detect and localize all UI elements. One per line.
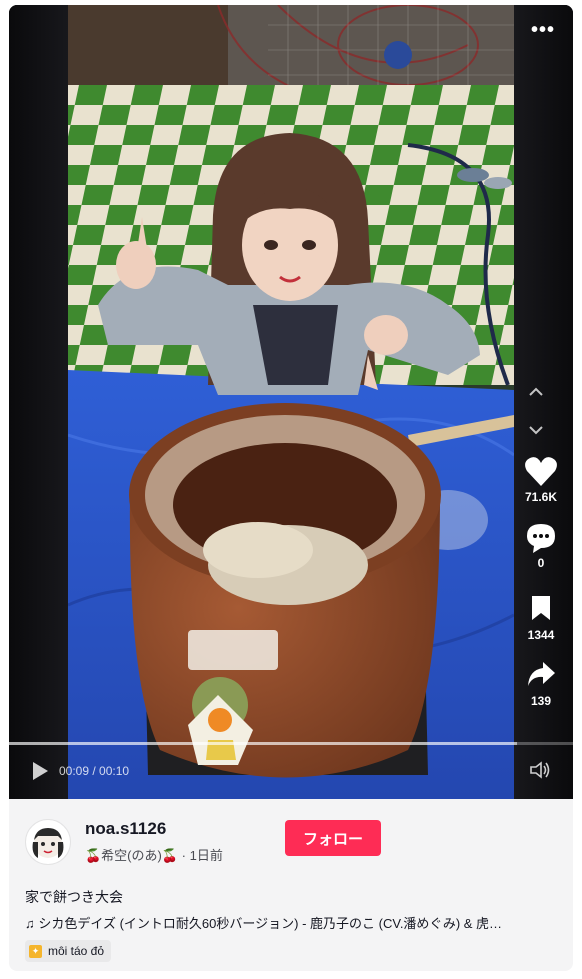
bookmark-icon xyxy=(532,596,550,620)
music-note-icon: ♫ xyxy=(25,916,35,931)
post-date: · 1日前 xyxy=(181,848,223,863)
avatar[interactable] xyxy=(25,819,71,865)
comment-action[interactable]: 0 xyxy=(517,522,565,570)
comment-count: 0 xyxy=(537,556,545,570)
save-count: 1344 xyxy=(527,628,555,642)
player-left-bg xyxy=(9,5,69,799)
author-username[interactable]: noa.s1126 xyxy=(85,819,166,839)
music-title: シカ色デイズ (イントロ耐久60秒バージョン) - 鹿乃子のこ (CV.潘めぐみ… xyxy=(38,916,503,931)
video-card: ••• 71.6K 0 1344 139 00:09 / 00:10 noa.s… xyxy=(9,5,573,971)
heart-icon xyxy=(525,457,557,486)
effect-tag-label: môi táo đỏ xyxy=(48,944,105,958)
playback-controls: 00:09 / 00:10 xyxy=(31,761,129,781)
share-action[interactable]: 139 xyxy=(517,660,565,708)
video-frame[interactable] xyxy=(68,5,514,799)
chevron-down-icon[interactable] xyxy=(521,415,551,445)
follow-button[interactable]: フォロー xyxy=(285,820,381,856)
time-display: 00:09 / 00:10 xyxy=(59,764,130,778)
time-total: 00:10 xyxy=(99,764,130,778)
chevron-up-icon[interactable] xyxy=(521,377,551,407)
video-player[interactable]: ••• 71.6K 0 1344 139 00:09 / 00:10 xyxy=(9,5,573,799)
time-current: 00:09 xyxy=(59,764,90,778)
author-nickname: 🍒希空(のあ)🍒 · 1日前 xyxy=(85,845,223,864)
progress-fill xyxy=(9,742,517,745)
share-icon xyxy=(528,662,555,686)
effect-tag[interactable]: ✦ môi táo đỏ xyxy=(25,940,112,962)
like-action[interactable]: 71.6K xyxy=(517,456,565,504)
save-action[interactable]: 1344 xyxy=(517,594,565,642)
music-info[interactable]: ♫ シカ色デイズ (イントロ耐久60秒バージョン) - 鹿乃子のこ (CV.潘め… xyxy=(25,913,557,932)
more-icon[interactable]: ••• xyxy=(531,20,555,40)
share-count: 139 xyxy=(530,694,552,708)
play-icon[interactable] xyxy=(31,761,49,781)
video-scene xyxy=(68,5,514,799)
volume-icon[interactable] xyxy=(529,761,551,784)
author-display-name: 🍒希空(のあ)🍒 xyxy=(85,848,179,863)
progress-bar[interactable] xyxy=(9,742,573,745)
post-description: 家で餅つき大会 xyxy=(25,889,123,905)
effect-icon: ✦ xyxy=(29,944,42,958)
comment-icon xyxy=(527,524,555,553)
like-count: 71.6K xyxy=(524,490,558,504)
